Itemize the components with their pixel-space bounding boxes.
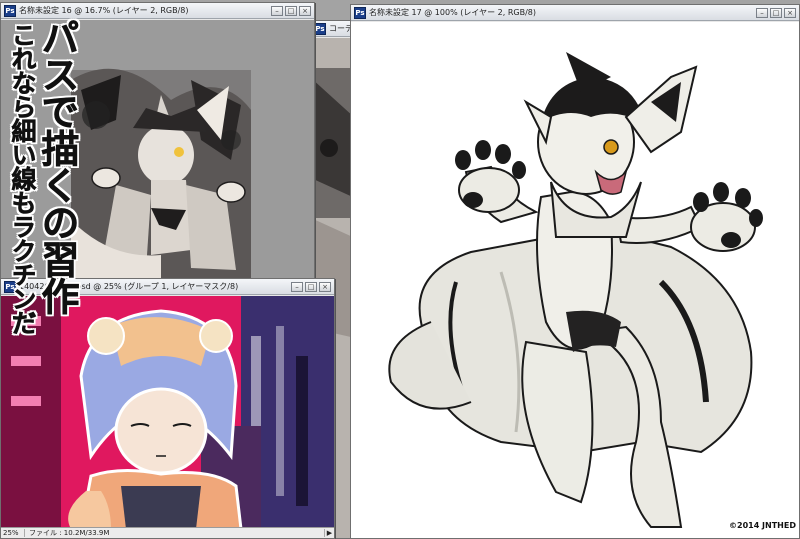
zoom-level[interactable]: 25% <box>1 529 25 537</box>
window-controls: – □ × <box>291 281 331 292</box>
maximize-button[interactable]: □ <box>770 7 782 18</box>
photoshop-icon: Ps <box>314 22 326 35</box>
window-controls: – □ × <box>756 7 796 18</box>
minimize-button[interactable]: – <box>291 281 303 292</box>
overlay-subtitle: これなら細い線もラクチンだ <box>8 22 38 335</box>
close-button[interactable]: × <box>299 5 311 16</box>
close-button[interactable]: × <box>319 281 331 292</box>
copyright-text: ©2014 JNTHED <box>729 521 796 530</box>
window-titlebar[interactable]: Ps 名称未設定 16 @ 16.7% (レイヤー 2, RGB/8) – □ … <box>1 3 314 19</box>
minimize-button[interactable]: – <box>756 7 768 18</box>
desktop: Ps コーデ Ps 名称未設定 16 @ 16.7% (レイヤー 2, RGB/… <box>0 0 800 539</box>
status-menu-arrow-icon[interactable]: ▶ <box>324 529 334 537</box>
close-button[interactable]: × <box>784 7 796 18</box>
window-title: 名称未設定 17 @ 100% (レイヤー 2, RGB/8) <box>369 8 536 17</box>
window-title: 名称未設定 16 @ 16.7% (レイヤー 2, RGB/8) <box>19 6 189 15</box>
document-window-right[interactable]: Ps 名称未設定 17 @ 100% (レイヤー 2, RGB/8) – □ × <box>350 4 800 539</box>
document-canvas[interactable] <box>1 296 334 527</box>
photoshop-icon: Ps <box>354 6 366 19</box>
minimize-button[interactable]: – <box>271 5 283 16</box>
maximize-button[interactable]: □ <box>285 5 297 16</box>
window-titlebar[interactable]: Ps 名称未設定 17 @ 100% (レイヤー 2, RGB/8) – □ × <box>351 5 799 21</box>
document-canvas[interactable]: ©2014 JNTHED <box>351 22 799 538</box>
file-size-info: ファイル : 10.2M/33.9M <box>29 529 110 537</box>
window-titlebar[interactable]: Ps コーデ <box>311 21 353 37</box>
overlay-title: パスで描くの習作 <box>35 18 80 315</box>
canvas-artwork <box>351 22 799 538</box>
photoshop-icon: Ps <box>4 4 16 17</box>
status-bar: 25% ファイル : 10.2M/33.9M ▶ <box>1 527 334 538</box>
window-controls: – □ × <box>271 5 311 16</box>
document-window-bottom-left[interactable]: Ps 140426_43 ... psd @ 25% (グループ 1, レイヤー… <box>0 278 335 539</box>
maximize-button[interactable]: □ <box>305 281 317 292</box>
canvas-artwork <box>1 296 334 527</box>
